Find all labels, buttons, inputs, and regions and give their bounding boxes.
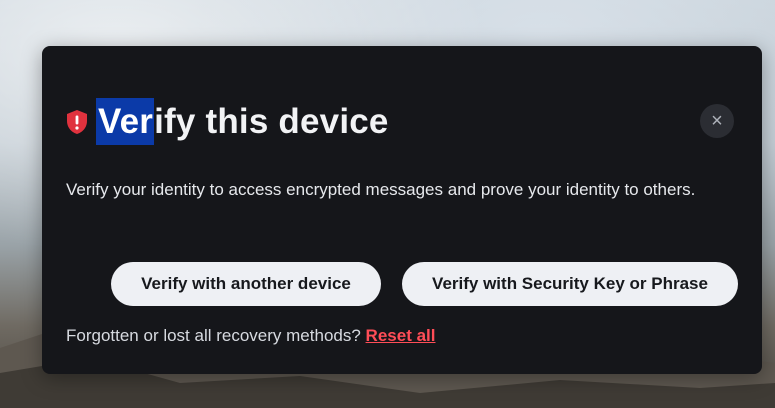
dialog-description: Verify your identity to access encrypted… [66,180,696,199]
dialog-title: Verify this device [96,98,389,145]
verify-device-dialog: Verify this device × Verify your identit… [42,46,762,374]
verify-with-another-device-button[interactable]: Verify with another device [111,262,381,306]
reset-all-link[interactable]: Reset all [366,326,436,345]
close-button[interactable]: × [700,104,734,138]
footer-text: Forgotten or lost all recovery methods? [66,326,361,345]
recovery-footer: Forgotten or lost all recovery methods? … [66,326,435,346]
shield-alert-icon [66,109,88,135]
close-icon: × [711,109,723,132]
title-selected-text: Ver [96,98,155,145]
title-text: ify this device [154,102,389,141]
verify-with-security-key-button[interactable]: Verify with Security Key or Phrase [402,262,738,306]
dialog-header: Verify this device [66,98,389,146]
